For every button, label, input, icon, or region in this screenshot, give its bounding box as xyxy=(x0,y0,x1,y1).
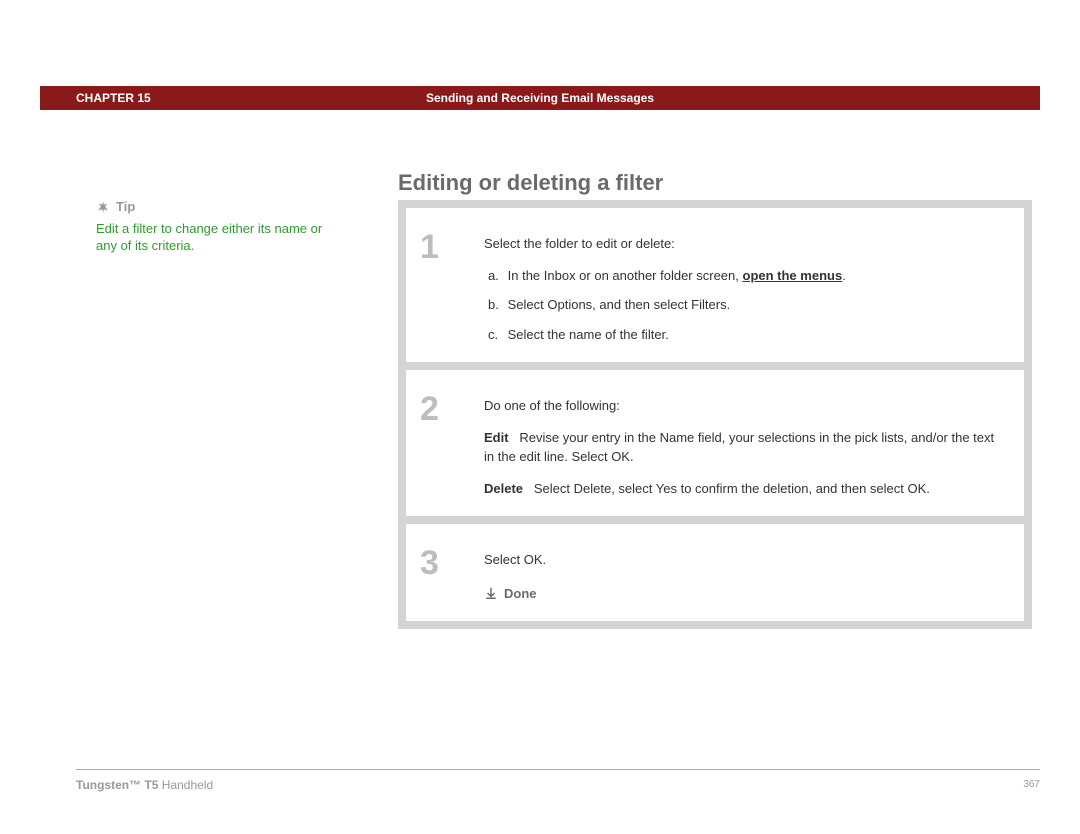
footer-product-bold: Tungsten™ T5 xyxy=(76,778,158,792)
done-indicator: Done xyxy=(484,584,1004,604)
step-1b: b. Select Options, and then select Filte… xyxy=(488,295,1004,315)
step-number: 3 xyxy=(420,542,484,580)
down-arrow-icon xyxy=(484,586,498,600)
footer-product-rest: Handheld xyxy=(158,778,213,792)
delete-label: Delete xyxy=(484,481,523,496)
section-title: Editing or deleting a filter xyxy=(398,170,663,196)
step-2: 2 Do one of the following: Edit Revise y… xyxy=(406,370,1024,516)
step-1a-pre: In the Inbox or on another folder screen… xyxy=(508,268,743,283)
done-label: Done xyxy=(504,584,537,604)
tip-body: Edit a filter to change either its name … xyxy=(96,220,346,255)
sub-letter: a. xyxy=(488,266,504,286)
step-2-edit: Edit Revise your entry in the Name field… xyxy=(484,428,1004,467)
tip-label: Tip xyxy=(116,198,135,216)
tip-sidebar: Tip Edit a filter to change either its n… xyxy=(96,198,346,255)
step-1: 1 Select the folder to edit or delete: a… xyxy=(406,208,1024,362)
step-1a: a. In the Inbox or on another folder scr… xyxy=(488,266,1004,286)
footer-rule xyxy=(76,769,1040,770)
chapter-topic: Sending and Receiving Email Messages xyxy=(40,91,1040,105)
asterisk-icon xyxy=(96,200,110,214)
step-number: 1 xyxy=(420,226,484,264)
footer-page-number: 367 xyxy=(1023,779,1040,790)
edit-text: Revise your entry in the Name field, you… xyxy=(484,430,994,465)
step-2-intro: Do one of the following: xyxy=(484,396,1004,416)
step-1b-text: Select Options, and then select Filters. xyxy=(508,297,731,312)
step-1a-post: . xyxy=(842,268,846,283)
step-1c: c. Select the name of the filter. xyxy=(488,325,1004,345)
step-1-intro: Select the folder to edit or delete: xyxy=(484,234,1004,254)
step-1c-text: Select the name of the filter. xyxy=(508,327,669,342)
step-3: 3 Select OK. Done xyxy=(406,524,1024,621)
sub-letter: c. xyxy=(488,325,504,345)
step-number: 2 xyxy=(420,388,484,426)
open-menus-link[interactable]: open the menus xyxy=(743,268,843,283)
step-2-delete: Delete Select Delete, select Yes to conf… xyxy=(484,479,1004,499)
tip-header: Tip xyxy=(96,198,346,216)
steps-container: 1 Select the folder to edit or delete: a… xyxy=(398,200,1032,629)
edit-label: Edit xyxy=(484,430,509,445)
chapter-header: CHAPTER 15 Sending and Receiving Email M… xyxy=(40,86,1040,110)
sub-letter: b. xyxy=(488,295,504,315)
delete-text: Select Delete, select Yes to confirm the… xyxy=(534,481,930,496)
step-3-text: Select OK. xyxy=(484,550,1004,570)
footer-product: Tungsten™ T5 Handheld xyxy=(76,778,213,792)
